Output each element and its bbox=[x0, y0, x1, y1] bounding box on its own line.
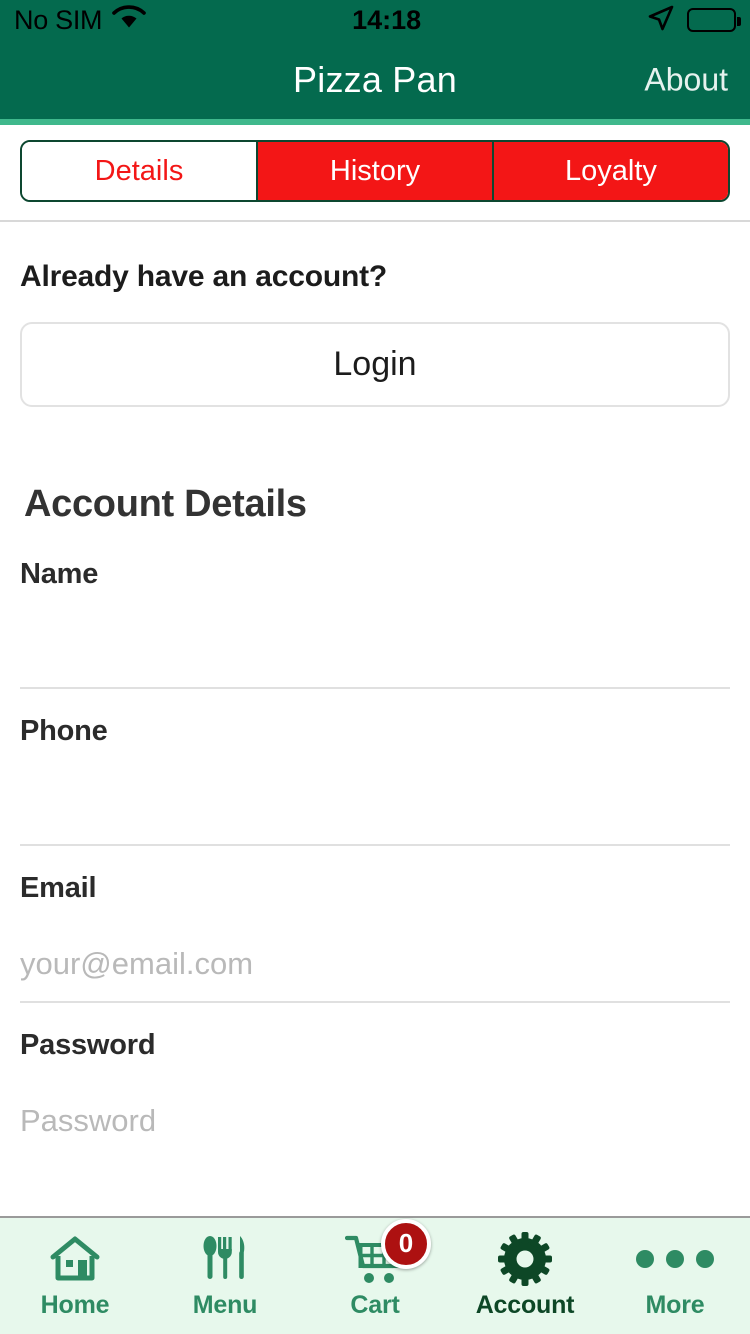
status-bar-right bbox=[647, 4, 741, 37]
tab-cart[interactable]: 0 Cart bbox=[300, 1218, 450, 1334]
field-label-phone: Phone bbox=[20, 715, 108, 747]
carrier-label: No SIM bbox=[14, 4, 103, 35]
main-content: Already have an account? Login Account D… bbox=[0, 222, 750, 1216]
ellipsis-dot bbox=[666, 1249, 684, 1268]
page-title: Pizza Pan bbox=[293, 58, 457, 100]
field-label-password: Password bbox=[20, 1029, 156, 1061]
tab-label-menu: Menu bbox=[192, 1290, 258, 1319]
tab-label-more: More bbox=[645, 1290, 705, 1319]
bottom-tab-bar: Home Menu 0 Cart Account More bbox=[0, 1216, 750, 1334]
tab-loyalty[interactable]: Loyalty bbox=[494, 142, 728, 200]
tab-more[interactable]: More bbox=[600, 1218, 750, 1334]
tab-menu[interactable]: Menu bbox=[150, 1218, 300, 1334]
email-input[interactable] bbox=[20, 927, 730, 1001]
name-input[interactable] bbox=[20, 613, 730, 687]
tab-home[interactable]: Home bbox=[0, 1218, 150, 1334]
cart-badge: 0 bbox=[381, 1218, 431, 1269]
status-bar-clock: 14:18 bbox=[352, 4, 422, 35]
account-details-heading: Account Details bbox=[24, 483, 307, 525]
app-screen: No SIM 14:18 Pizza Pan About Details His… bbox=[0, 0, 750, 1334]
navigation-bar: Pizza Pan About bbox=[0, 40, 750, 119]
about-button[interactable]: About bbox=[644, 61, 728, 98]
tab-history[interactable]: History bbox=[258, 142, 494, 200]
battery-icon bbox=[687, 8, 741, 32]
ellipsis-icon bbox=[636, 1233, 714, 1285]
shopping-cart-icon: 0 bbox=[345, 1218, 431, 1285]
field-name: Name bbox=[20, 558, 730, 689]
segmented-control-container: Details History Loyalty bbox=[0, 125, 750, 222]
gear-icon bbox=[498, 1231, 552, 1286]
field-phone: Phone bbox=[20, 715, 730, 846]
already-have-account-label: Already have an account? bbox=[20, 260, 387, 293]
tab-details[interactable]: Details bbox=[22, 142, 258, 200]
field-email: Email bbox=[20, 872, 730, 1003]
field-label-name: Name bbox=[20, 558, 99, 590]
status-bar: No SIM 14:18 bbox=[0, 0, 750, 40]
ellipsis-dot bbox=[696, 1249, 714, 1268]
password-input[interactable] bbox=[20, 1084, 730, 1158]
location-arrow-icon bbox=[647, 4, 675, 37]
segmented-control[interactable]: Details History Loyalty bbox=[20, 140, 730, 202]
field-label-email: Email bbox=[20, 872, 97, 904]
tab-label-home: Home bbox=[40, 1290, 110, 1319]
tab-account[interactable]: Account bbox=[450, 1218, 600, 1334]
tab-label-cart: Cart bbox=[350, 1290, 400, 1319]
login-button[interactable]: Login bbox=[20, 322, 730, 407]
ellipsis-dot bbox=[636, 1249, 654, 1268]
phone-input[interactable] bbox=[20, 770, 730, 844]
home-icon bbox=[49, 1233, 101, 1285]
field-password: Password bbox=[20, 1029, 730, 1158]
cutlery-icon bbox=[199, 1233, 251, 1285]
tab-label-account: Account bbox=[475, 1290, 575, 1319]
